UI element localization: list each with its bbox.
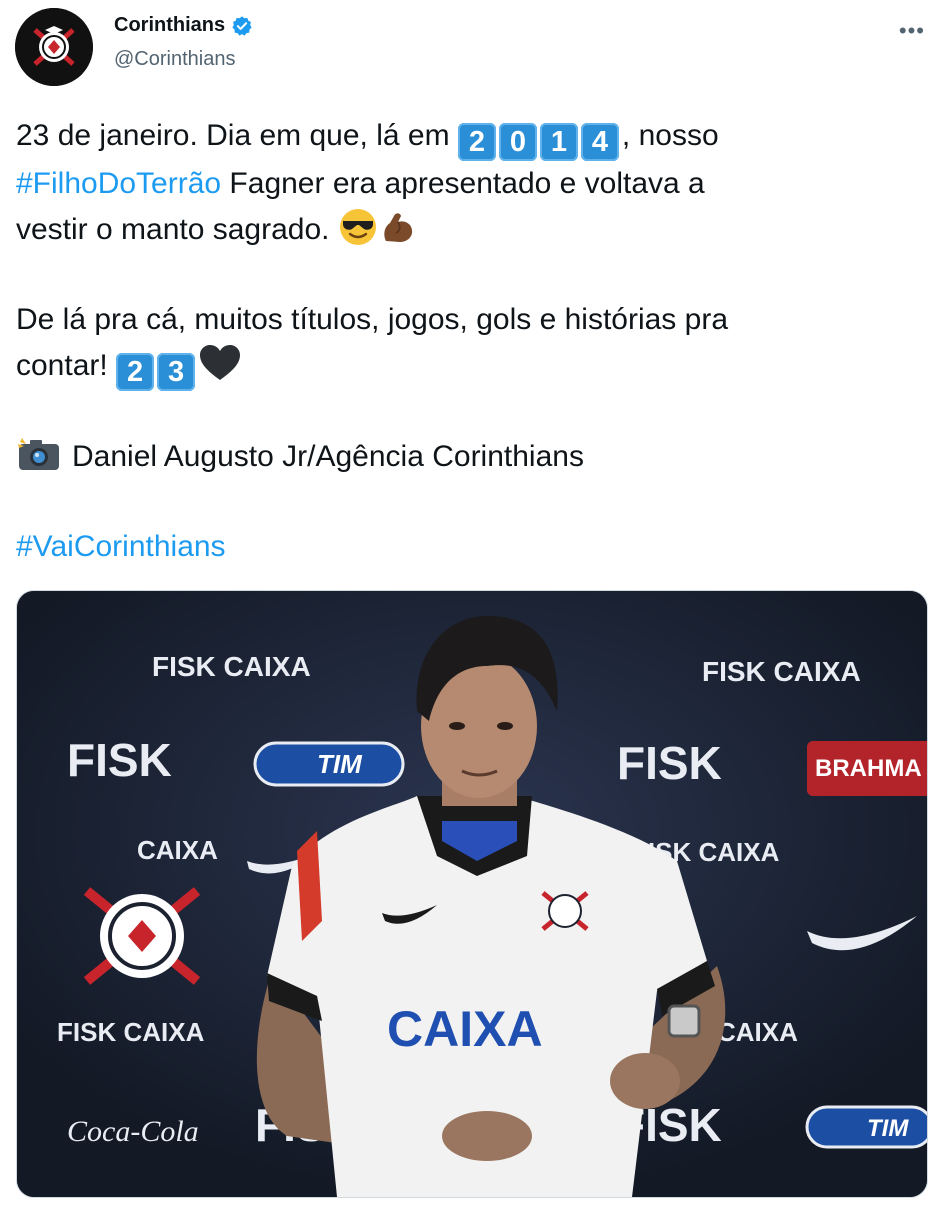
text-line: vestir o manto sagrado. bbox=[16, 207, 916, 253]
tweet-text-paragraph-2: De lá pra cá, muitos títulos, jogos, gol… bbox=[16, 297, 916, 391]
text-line: #FilhoDoTerrão Fagner era apresentado e … bbox=[16, 167, 705, 200]
hashtag-filhodoterrao[interactable]: #FilhoDoTerrão bbox=[16, 167, 221, 200]
backdrop-crest-icon bbox=[83, 887, 201, 985]
text-line: 23 de janeiro. Dia em que, lá em 2014, n… bbox=[16, 113, 916, 161]
flexed-biceps-icon bbox=[384, 213, 412, 242]
backdrop-tim: TIM bbox=[317, 749, 363, 779]
backdrop-coca-cola: Coca-Cola bbox=[67, 1115, 199, 1148]
corinthians-crest-icon bbox=[15, 8, 93, 86]
photo-credit: Daniel Augusto Jr/Agência Corinthians bbox=[72, 440, 584, 473]
more-options-icon[interactable]: ••• bbox=[899, 18, 925, 44]
tweet-hashtag-line: #VaiCorinthians bbox=[16, 524, 916, 570]
avatar[interactable] bbox=[15, 8, 93, 86]
keycap-digit: 3 bbox=[157, 353, 196, 391]
keycap-digit: 1 bbox=[539, 123, 578, 161]
keycap-digit: 4 bbox=[580, 123, 619, 161]
photo-credit-line: Daniel Augusto Jr/Agência Corinthians bbox=[16, 434, 916, 480]
keycap-digit: 2 bbox=[457, 123, 496, 161]
backdrop-tim: TIM bbox=[867, 1115, 909, 1142]
text-line: De lá pra cá, muitos títulos, jogos, gol… bbox=[16, 303, 729, 336]
text-line: contar! 23 bbox=[16, 343, 916, 391]
author-handle[interactable]: @Corinthians bbox=[114, 48, 235, 71]
black-heart-icon bbox=[200, 345, 241, 380]
tweet-card: Corinthians @Corinthians ••• 23 de janei… bbox=[0, 0, 941, 1208]
backdrop-fisk-caixa: FISK CAIXA bbox=[702, 656, 861, 687]
author-name-row: Corinthians bbox=[114, 14, 253, 37]
author-name[interactable]: Corinthians bbox=[114, 14, 225, 37]
jersey-sponsor: CAIXA bbox=[387, 1001, 543, 1057]
tweet-photo[interactable]: FISK CAIXA FISK CAIXA FISK FISK CAIXA FI… bbox=[16, 590, 928, 1198]
backdrop-fisk: FISK bbox=[617, 737, 722, 789]
smiling-face-with-sunglasses-icon bbox=[339, 209, 376, 245]
backdrop-fisk-caixa: FISK CAIXA bbox=[57, 1017, 205, 1047]
verified-badge-icon bbox=[232, 15, 252, 36]
press-conference-photo: FISK CAIXA FISK CAIXA FISK FISK CAIXA FI… bbox=[17, 591, 927, 1197]
camera-with-flash-icon bbox=[18, 438, 59, 470]
backdrop-fisk: FISK bbox=[67, 734, 172, 786]
backdrop-brahma: BRAHMA bbox=[815, 755, 922, 782]
backdrop-caixa: CAIXA bbox=[137, 835, 218, 865]
hashtag-vaicorinthians[interactable]: #VaiCorinthians bbox=[16, 530, 226, 563]
tweet-text-paragraph-1: 23 de janeiro. Dia em que, lá em 2014, n… bbox=[16, 113, 916, 253]
keycap-digit: 2 bbox=[116, 353, 155, 391]
backdrop-caixa: CAIXA bbox=[717, 1017, 798, 1047]
keycap-digit: 0 bbox=[498, 123, 537, 161]
backdrop-fisk-caixa: FISK CAIXA bbox=[152, 651, 311, 682]
